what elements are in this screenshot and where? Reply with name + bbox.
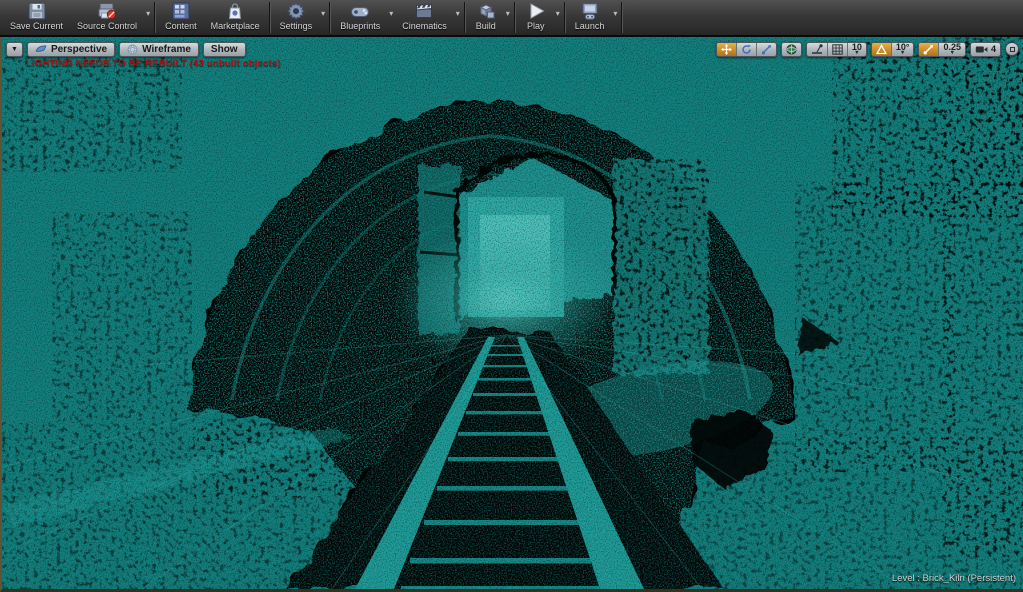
scale-tool-button[interactable] — [757, 43, 776, 56]
chevron-down-icon: ▼ — [11, 45, 18, 53]
toolbar-separator — [563, 2, 566, 33]
viewport-toolbar-right: 10 ▾ 10° ▾ 0.25 ▾ 4 — [715, 41, 1019, 57]
toolbar-separator — [268, 2, 271, 33]
source-control-icon — [98, 3, 117, 20]
rotation-snap-toggle-button[interactable] — [871, 42, 892, 56]
perspective-label: Perspective — [50, 43, 108, 55]
build-button[interactable]: Build — [468, 0, 504, 35]
rotation-snap-group: 10° ▾ — [870, 41, 915, 57]
source-control-button[interactable]: Source Control — [70, 0, 144, 35]
chevron-down-icon: ▾ — [855, 49, 859, 56]
toolbar-separator — [513, 2, 516, 33]
rotate-tool-button[interactable] — [737, 42, 757, 56]
launch-button[interactable]: Launch — [568, 0, 612, 35]
unreal-editor-window: Save Current Source Control ▾ Content Ma… — [0, 0, 1023, 592]
save-current-button[interactable]: Save Current — [3, 0, 70, 35]
perspective-button[interactable]: Perspective — [26, 41, 116, 57]
lighting-rebuild-warning: LIGHTING NEEDS TO BE REBUILT (43 unbuilt… — [26, 58, 281, 69]
wireframe-icon — [127, 44, 138, 54]
settings-dropdown[interactable]: ▾ — [319, 0, 327, 35]
launch-icon — [582, 3, 598, 20]
rotation-snap-value[interactable]: 10° ▾ — [892, 43, 914, 56]
scale-snap-value[interactable]: 0.25 ▾ — [939, 43, 965, 56]
scale-snap-icon — [923, 44, 934, 54]
toolbar-separator — [463, 2, 466, 33]
camera-speed-group: 4 — [969, 41, 1001, 57]
scale-snap-group: 0.25 ▾ — [918, 41, 966, 57]
camera-icon — [975, 46, 988, 52]
save-icon — [28, 2, 46, 20]
save-current-label: Save Current — [10, 21, 64, 31]
marketplace-icon — [229, 3, 242, 19]
camera-speed-value: 4 — [990, 44, 996, 54]
source-control-label: Source Control — [77, 21, 138, 31]
content-browser-icon — [172, 2, 190, 20]
grid-snap-toggle-button[interactable] — [828, 42, 848, 56]
settings-label: Settings — [279, 21, 313, 31]
show-label: Show — [210, 43, 238, 55]
play-icon — [530, 3, 545, 19]
world-space-toggle-button[interactable] — [782, 43, 801, 56]
blueprints-label: Blueprints — [340, 21, 381, 31]
content-label: Content — [165, 21, 197, 31]
maximize-viewport-button[interactable] — [1005, 42, 1019, 56]
wireframe-scene-brick-kiln — [2, 37, 1023, 589]
build-label: Build — [475, 21, 496, 31]
cinematics-button[interactable]: Cinematics — [395, 0, 454, 35]
surface-snap-icon — [811, 43, 823, 54]
grid-snap-value[interactable]: 10 ▾ — [848, 43, 866, 56]
settings-gear-icon — [286, 2, 306, 21]
show-button[interactable]: Show — [202, 41, 246, 57]
surface-snap-button[interactable] — [807, 42, 828, 56]
source-control-dropdown[interactable]: ▾ — [144, 0, 152, 35]
play-button[interactable]: Play — [518, 0, 554, 35]
blueprints-button[interactable]: Blueprints — [333, 0, 387, 35]
viewport-toolbar: ▼ Perspective Wireframe Show 10 ▾ 10° ▾ … — [6, 41, 1019, 57]
level-status-label: Level : Brick_Kiln (Persistent) — [891, 573, 1016, 584]
move-tool-button[interactable] — [716, 42, 737, 56]
grid-snap-group: 10 ▾ — [805, 41, 867, 57]
viewport-options-dropdown[interactable]: ▼ — [6, 41, 23, 57]
marketplace-label: Marketplace — [210, 21, 260, 31]
scale-snap-toggle-button[interactable] — [919, 42, 940, 56]
globe-icon — [786, 43, 797, 55]
grid-icon — [832, 43, 843, 55]
build-dropdown[interactable]: ▾ — [504, 0, 512, 35]
content-button[interactable]: Content — [158, 0, 204, 35]
play-dropdown[interactable]: ▾ — [554, 0, 562, 35]
move-tool-icon — [720, 43, 732, 55]
camera-speed-button[interactable]: 4 — [971, 43, 1000, 56]
angle-snap-icon — [875, 43, 887, 54]
toolbar-separator — [154, 2, 157, 33]
build-icon — [479, 4, 495, 19]
level-viewport[interactable]: ▼ Perspective Wireframe Show 10 ▾ 10° ▾ … — [0, 37, 1023, 592]
blueprints-dropdown[interactable]: ▾ — [387, 0, 395, 35]
marketplace-button[interactable]: Marketplace — [204, 0, 267, 35]
noise-layer — [2, 37, 1023, 589]
scale-tool-icon — [761, 44, 771, 54]
wireframe-button[interactable]: Wireframe — [119, 41, 199, 57]
transform-tools-group — [715, 41, 777, 57]
settings-button[interactable]: Settings — [273, 0, 320, 35]
cinematics-dropdown[interactable]: ▾ — [454, 0, 462, 35]
wireframe-label: Wireframe — [142, 43, 191, 55]
chevron-down-icon: ▾ — [901, 49, 905, 56]
chevron-down-icon: ▾ — [950, 49, 954, 56]
play-label: Play — [527, 21, 545, 31]
cinematics-icon — [416, 3, 433, 18]
toolbar-separator — [621, 2, 624, 33]
main-toolbar: Save Current Source Control ▾ Content Ma… — [0, 0, 1023, 37]
blueprints-icon — [351, 7, 370, 17]
perspective-icon — [35, 45, 47, 52]
maximize-icon — [1009, 46, 1015, 52]
launch-dropdown[interactable]: ▾ — [611, 0, 619, 35]
cinematics-label: Cinematics — [402, 21, 447, 31]
rotate-tool-icon — [742, 44, 751, 54]
toolbar-separator — [329, 2, 332, 33]
coordinate-space-group — [780, 41, 802, 57]
launch-label: Launch — [574, 21, 605, 31]
viewport-toolbar-left: ▼ Perspective Wireframe Show — [6, 41, 246, 57]
